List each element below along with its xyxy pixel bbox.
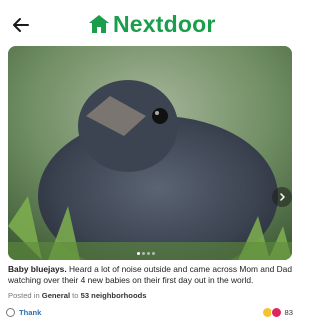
reaction-count: 83 (284, 308, 293, 317)
caption-title: Baby bluejays. (8, 264, 67, 274)
posted-prefix: Posted in (8, 291, 42, 300)
carousel-dot[interactable] (137, 252, 140, 255)
thank-button[interactable]: Thank (6, 308, 41, 317)
thank-label: Thank (19, 308, 42, 317)
heart-reaction-icon (270, 307, 282, 318)
carousel-dot[interactable] (142, 252, 145, 255)
posted-category-link[interactable]: General (42, 291, 70, 300)
carousel-dots (137, 252, 155, 255)
post-caption: Baby bluejays. Heard a lot of noise outs… (8, 264, 292, 286)
chevron-right-icon[interactable] (272, 187, 292, 207)
brand-logo[interactable]: Nextdoor (88, 10, 216, 38)
posted-middle: to (70, 291, 81, 300)
top-bar: Nextdoor (0, 0, 300, 46)
posted-audience-link[interactable]: 53 neighborhoods (81, 291, 147, 300)
thank-icon (6, 308, 15, 317)
reactions-summary[interactable]: 83 (261, 307, 293, 318)
carousel-dot[interactable] (147, 252, 150, 255)
post-footer: Thank 83 (0, 304, 300, 326)
bird-photo (8, 46, 292, 260)
arrow-left-icon[interactable] (10, 14, 32, 36)
post-photo[interactable] (8, 46, 292, 260)
carousel-dot[interactable] (152, 252, 155, 255)
brand-name: Nextdoor (113, 10, 216, 37)
house-icon (89, 15, 109, 33)
posted-info: Posted in General to 53 neighborhoods (8, 291, 146, 300)
